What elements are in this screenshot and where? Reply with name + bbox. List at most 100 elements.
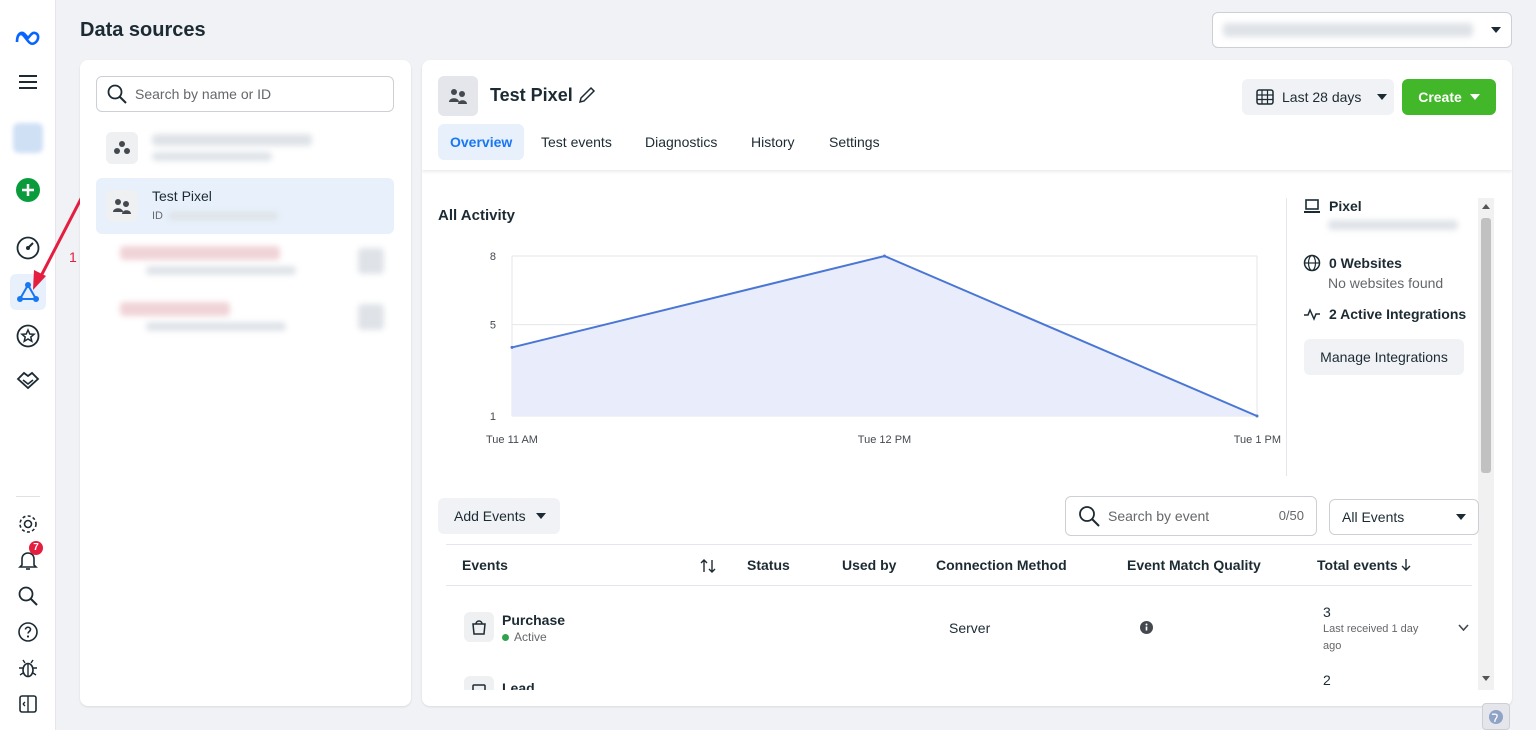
shopping-bag-icon	[464, 612, 494, 642]
date-range-button[interactable]: Last 28 days	[1242, 79, 1394, 115]
blurred-source-name	[120, 302, 230, 316]
total-events-label: Total events	[1317, 557, 1398, 573]
tab-diagnostics[interactable]: Diagnostics	[633, 124, 729, 160]
source-list-item-blurred[interactable]	[96, 292, 394, 348]
event-status-label: Active	[514, 630, 547, 644]
data-point	[883, 254, 886, 258]
source-search-input[interactable]	[135, 86, 375, 102]
sort-arrows-icon[interactable]	[700, 558, 716, 574]
calendar-table-icon	[1256, 89, 1274, 105]
tab-history[interactable]: History	[739, 124, 807, 160]
source-id-label: ID	[152, 210, 163, 222]
col-header-connection-method: Connection Method	[936, 557, 1067, 573]
scroll-up-icon[interactable]	[1482, 204, 1490, 209]
y-tick-label: 5	[490, 320, 496, 332]
col-header-status: Status	[747, 557, 790, 573]
annotation-step-1: 1	[69, 249, 77, 265]
websites-subtext: No websites found	[1328, 275, 1444, 291]
chevron-down-icon	[1456, 514, 1466, 520]
event-total: 3	[1323, 604, 1331, 620]
blurred-source-id	[146, 266, 296, 275]
manage-integrations-button[interactable]: Manage Integrations	[1304, 339, 1464, 375]
event-last-received: Last received 1 day	[1323, 623, 1419, 635]
col-header-total-events[interactable]: Total events	[1317, 557, 1411, 573]
tab-test-events[interactable]: Test events	[529, 124, 624, 160]
add-events-label: Add Events	[454, 508, 526, 524]
source-list-item-blurred[interactable]	[96, 120, 394, 176]
laptop-icon	[1304, 199, 1320, 213]
event-search-field[interactable]: 0/50	[1065, 496, 1317, 536]
integrations-count: 2 Active Integrations	[1329, 306, 1467, 322]
create-label: Create	[1418, 89, 1462, 105]
scroll-down-icon[interactable]	[1482, 676, 1490, 681]
table-top-border	[446, 544, 1472, 545]
data-sources-list-panel: Test Pixel ID	[80, 60, 411, 706]
add-events-button[interactable]: Add Events	[438, 498, 560, 534]
scrollbar[interactable]	[1478, 198, 1494, 690]
y-tick-label: 1	[490, 411, 496, 423]
event-filter-label: All Events	[1342, 509, 1405, 525]
chevron-down-icon	[535, 513, 546, 519]
search-icon	[107, 84, 127, 104]
tab-settings[interactable]: Settings	[817, 124, 892, 160]
blurred-source-name	[152, 134, 312, 146]
dataset-icon	[106, 132, 138, 164]
expand-row-chevron-icon[interactable]	[1458, 624, 1469, 631]
col-header-events: Events	[462, 557, 508, 573]
event-status: Active	[502, 630, 547, 644]
event-last-received-cont: ago	[1323, 640, 1342, 652]
activity-chart: 1 5 8 Tue 11 AM Tue 12 PM Tue 1 PM	[486, 251, 1281, 446]
activity-pulse-icon	[1304, 308, 1320, 321]
source-name: Test Pixel	[152, 188, 212, 204]
event-name: Purchase	[502, 612, 566, 628]
col-header-event-match-quality: Event Match Quality	[1127, 557, 1261, 573]
blurred-pixel-id	[1328, 220, 1458, 230]
activity-chart-title: All Activity	[438, 207, 515, 224]
blurred-source-id	[152, 152, 272, 161]
pixel-icon	[106, 190, 138, 222]
data-point	[510, 345, 514, 349]
pixel-info-panel: Pixel 0 Websites No websites found 2 Act…	[1286, 198, 1486, 476]
tab-overview[interactable]: Overview	[438, 124, 525, 160]
pixel-info-label: Pixel	[1329, 198, 1362, 214]
source-list-item-blurred[interactable]	[96, 236, 394, 292]
pixel-info-row: Pixel	[1303, 198, 1362, 214]
language-globe-icon[interactable]	[1482, 703, 1510, 730]
sort-down-arrow-icon	[1401, 559, 1411, 571]
pixel-detail-panel: Test Pixel Last 28 days Create Overview …	[422, 60, 1512, 706]
x-tick-label: Tue 11 AM	[486, 434, 538, 446]
event-search-input[interactable]	[1108, 508, 1258, 524]
x-tick-label: Tue 1 PM	[1234, 434, 1281, 446]
pixel-icon	[438, 76, 478, 116]
table-header-border	[446, 585, 1472, 586]
edit-pencil-icon[interactable]	[577, 85, 597, 105]
search-icon	[1079, 506, 1100, 527]
scrollbar-thumb[interactable]	[1481, 218, 1491, 473]
event-search-count: 0/50	[1278, 508, 1304, 523]
create-button[interactable]: Create	[1402, 79, 1496, 115]
source-search-field[interactable]	[96, 76, 394, 112]
x-tick-label: Tue 12 PM	[858, 434, 911, 446]
data-point	[1255, 414, 1259, 418]
globe-icon	[1303, 254, 1321, 272]
websites-row: 0 Websites	[1303, 254, 1402, 272]
y-tick-label: 8	[490, 251, 496, 263]
blurred-source-badge	[358, 304, 384, 330]
detail-header: Test Pixel Last 28 days Create Overview …	[422, 60, 1512, 170]
blurred-source-badge	[358, 248, 384, 274]
integrations-row: 2 Active Integrations	[1303, 306, 1466, 322]
websites-count: 0 Websites	[1329, 255, 1402, 271]
chevron-down-icon	[1469, 94, 1480, 100]
event-filter-select[interactable]: All Events	[1329, 499, 1479, 535]
source-list-item-test-pixel[interactable]: Test Pixel ID	[96, 178, 394, 234]
blurred-source-id	[146, 322, 286, 331]
pixel-title: Test Pixel	[490, 85, 573, 105]
blurred-source-id	[168, 212, 278, 220]
blurred-source-name	[120, 246, 280, 260]
info-icon[interactable]	[1140, 621, 1153, 634]
series-area-fill	[512, 256, 1257, 416]
chevron-down-icon	[1377, 94, 1388, 100]
active-status-dot	[502, 634, 509, 642]
event-total: 2	[1323, 672, 1331, 688]
table-clip	[422, 690, 1478, 706]
